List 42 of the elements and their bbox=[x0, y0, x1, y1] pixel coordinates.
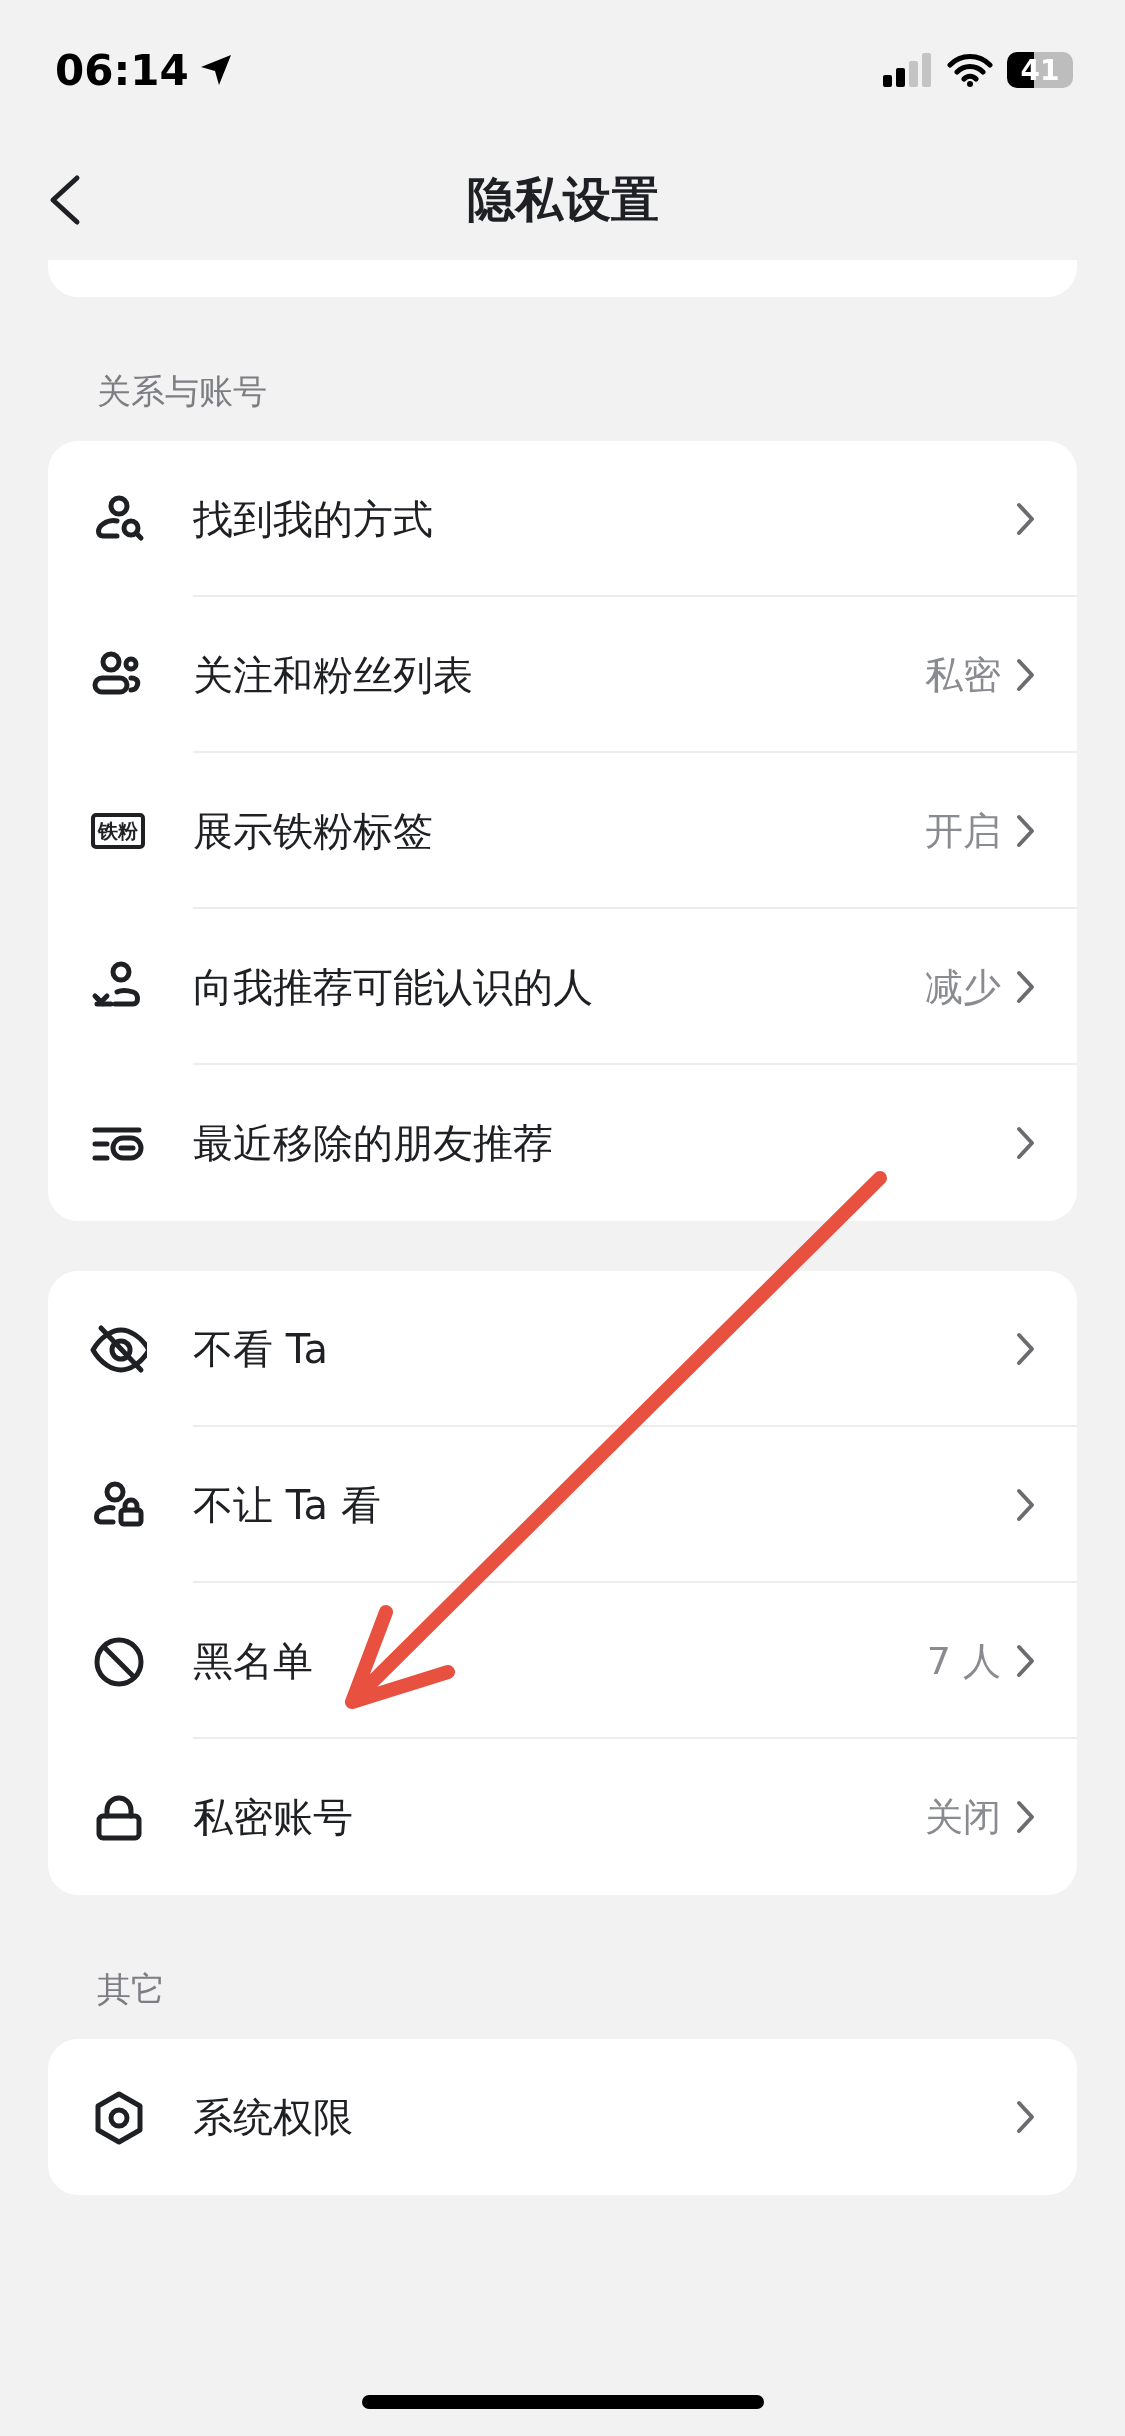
settings-row[interactable]: 关注和粉丝列表 私密 bbox=[48, 597, 1077, 753]
settings-row[interactable]: 黑名单 7 人 bbox=[48, 1583, 1077, 1739]
status-time: 06:14 bbox=[55, 45, 189, 95]
row-value: 开启 bbox=[925, 807, 1001, 855]
fan-tag-label: 铁粉 bbox=[91, 813, 145, 849]
row-label: 不看 Ta bbox=[193, 1324, 330, 1374]
wifi-icon bbox=[947, 53, 993, 87]
signal-icon bbox=[883, 53, 933, 87]
chevron-icon bbox=[1015, 1125, 1037, 1161]
row-value: 私密 bbox=[925, 651, 1001, 699]
row-label: 不让 Ta 看 bbox=[193, 1480, 382, 1530]
settings-row[interactable]: 向我推荐可能认识的人 减少 bbox=[48, 909, 1077, 1065]
settings-row[interactable]: 铁粉 展示铁粉标签 开启 bbox=[48, 753, 1077, 909]
row-value: 减少 bbox=[925, 963, 1001, 1011]
row-label: 向我推荐可能认识的人 bbox=[193, 962, 594, 1012]
chevron-icon bbox=[1015, 657, 1037, 693]
row-label: 找到我的方式 bbox=[193, 494, 434, 544]
row-value: 7 人 bbox=[926, 1637, 1001, 1685]
chevron-icon bbox=[1015, 1331, 1037, 1367]
settings-row[interactable]: 最近移除的朋友推荐 bbox=[48, 1065, 1077, 1221]
chevron-icon bbox=[1015, 2099, 1037, 2135]
row-label: 关注和粉丝列表 bbox=[193, 650, 474, 700]
settings-row[interactable]: 不看 Ta bbox=[48, 1271, 1077, 1427]
settings-row[interactable]: 不让 Ta 看 bbox=[48, 1427, 1077, 1583]
row-label: 系统权限 bbox=[193, 2092, 354, 2142]
row-value: 关闭 bbox=[925, 1793, 1001, 1841]
page-title: 隐私设置 bbox=[466, 170, 659, 229]
chevron-icon bbox=[1015, 969, 1037, 1005]
settings-row[interactable]: 系统权限 bbox=[48, 2039, 1077, 2195]
chevron-icon bbox=[1015, 501, 1037, 537]
chevron-icon bbox=[1015, 813, 1037, 849]
row-label: 私密账号 bbox=[193, 1792, 354, 1842]
chevron-icon bbox=[1015, 1487, 1037, 1523]
settings-row[interactable]: 私密账号 关闭 bbox=[48, 1739, 1077, 1895]
row-label: 黑名单 bbox=[193, 1636, 314, 1686]
settings-row[interactable]: 找到我的方式 bbox=[48, 441, 1077, 597]
row-label: 展示铁粉标签 bbox=[193, 806, 434, 856]
chevron-icon bbox=[1015, 1799, 1037, 1835]
section-header: 其它 bbox=[96, 1968, 166, 2011]
section-header: 关系与账号 bbox=[96, 370, 268, 413]
row-label: 最近移除的朋友推荐 bbox=[193, 1118, 554, 1168]
chevron-icon bbox=[1015, 1643, 1037, 1679]
